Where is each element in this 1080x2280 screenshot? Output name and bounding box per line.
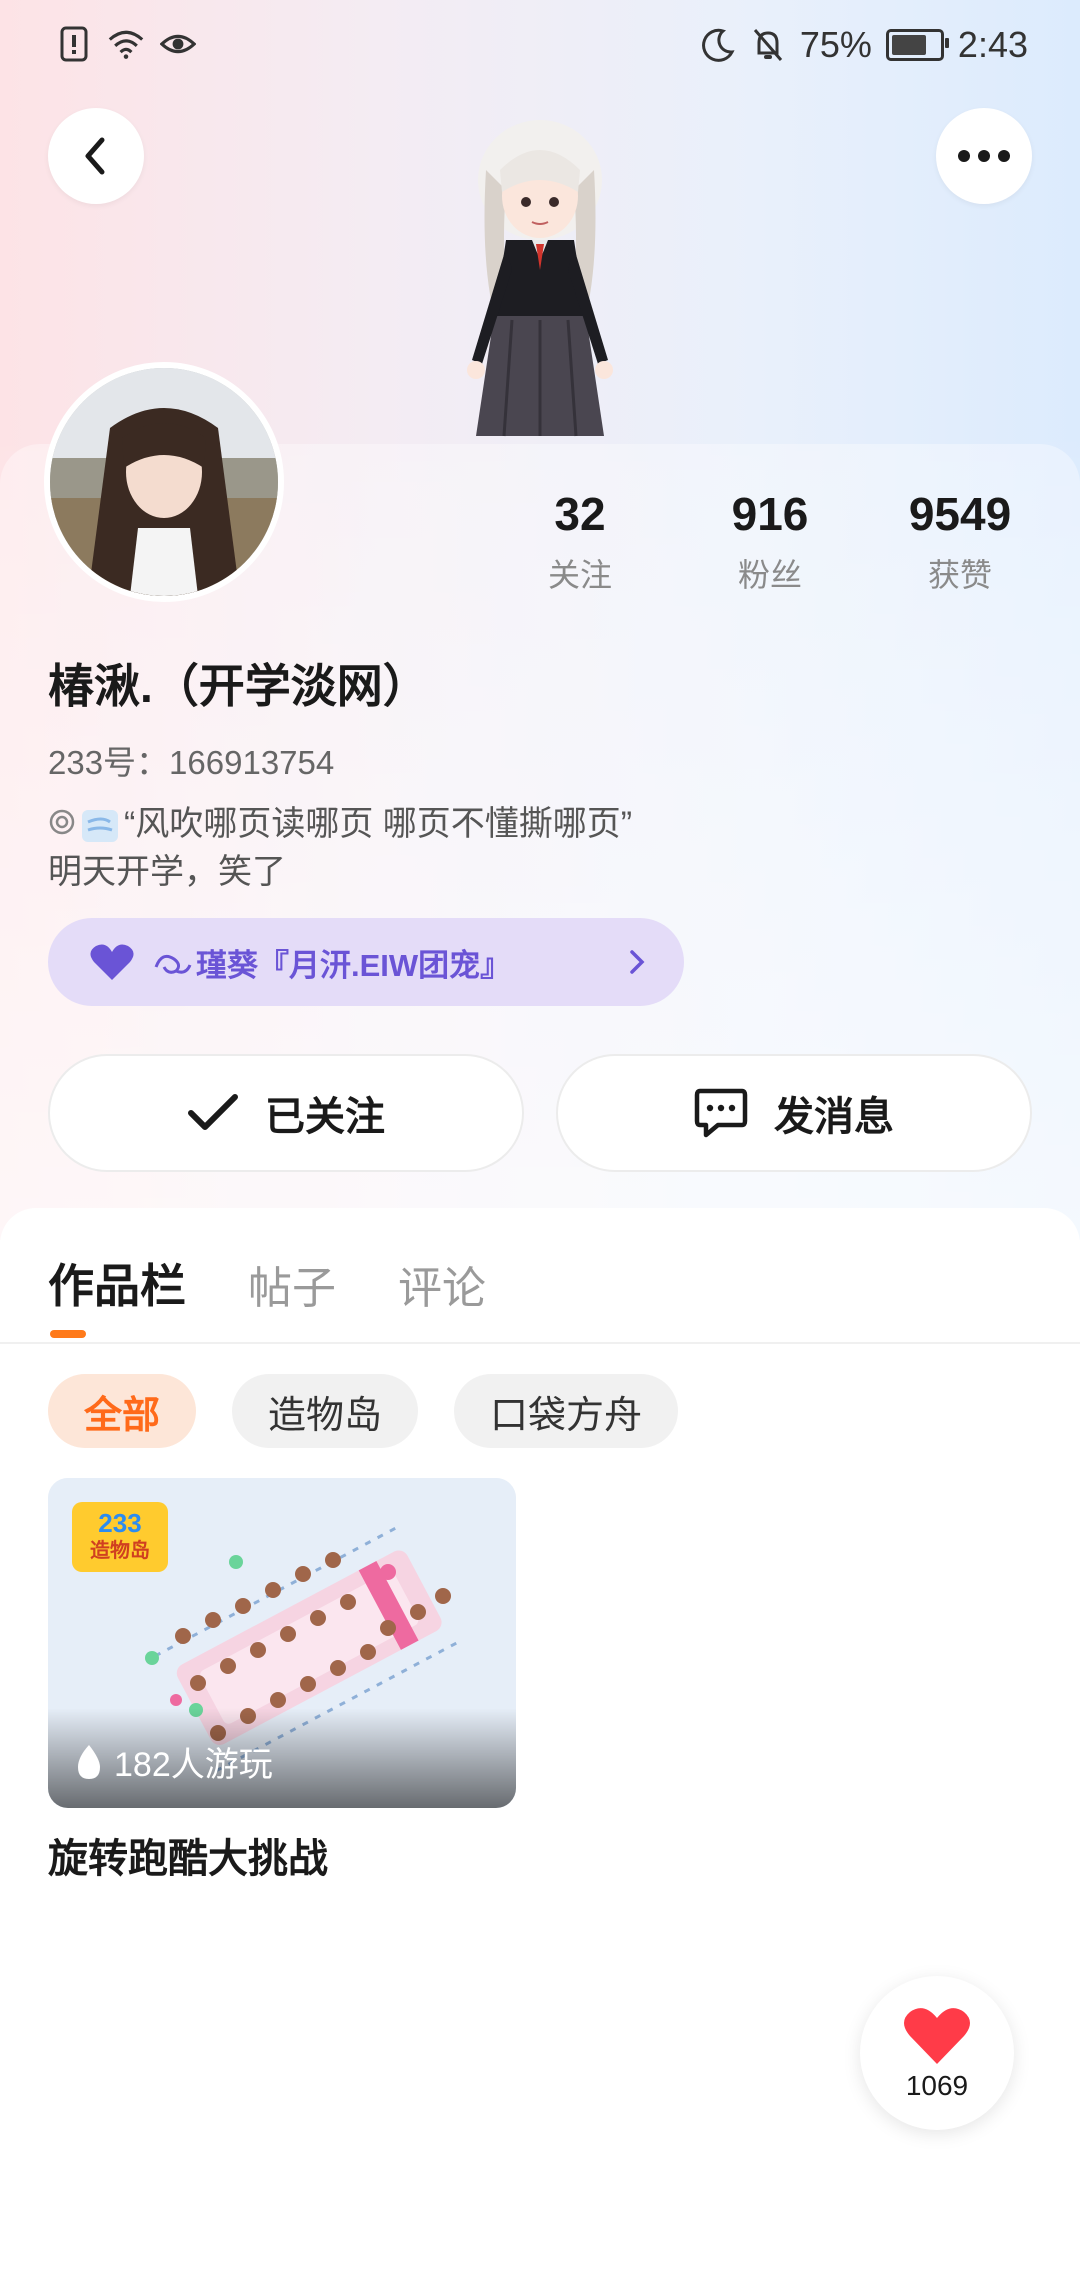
work-title[interactable]: 旋转跑酷大挑战 bbox=[48, 1826, 328, 1884]
bio-line-1: “风吹哪页读哪页 哪页不懂撕哪页” bbox=[124, 805, 633, 843]
guild-badge[interactable]: 瑾葵『月汧.EIW团宠』 bbox=[48, 918, 684, 1006]
work-card[interactable]: 233 造物岛 182人游玩 bbox=[48, 1478, 516, 1808]
avatar-photo bbox=[50, 368, 278, 596]
stat-likes[interactable]: 9549 获赞 bbox=[870, 484, 1050, 596]
filter-creation-island[interactable]: 造物岛 bbox=[232, 1374, 419, 1448]
bio: “风吹哪页读哪页 哪页不懂撕哪页” 明天开学，笑了 bbox=[48, 800, 632, 896]
chat-icon bbox=[694, 1088, 748, 1138]
like-button[interactable]: 1069 bbox=[860, 1976, 1014, 2130]
tab-posts[interactable]: 帖子 bbox=[248, 1252, 336, 1316]
tab-comments[interactable]: 评论 bbox=[398, 1252, 486, 1316]
status-bar: 75% 2:43 bbox=[0, 20, 1080, 70]
creation-island-logo: 233 造物岛 bbox=[72, 1502, 168, 1572]
divider bbox=[0, 1342, 1080, 1344]
more-dots-icon bbox=[958, 150, 1010, 162]
play-count-text: 182人游玩 bbox=[114, 1746, 273, 1784]
battery-percent: 75% bbox=[799, 24, 872, 65]
tab-indicator bbox=[50, 1330, 86, 1338]
tab-works[interactable]: 作品栏 bbox=[48, 1250, 186, 1316]
stat-following[interactable]: 32 关注 bbox=[490, 484, 670, 596]
message-label: 发消息 bbox=[774, 1095, 894, 1139]
alert-sim-icon bbox=[56, 26, 92, 62]
flame-icon bbox=[78, 1744, 100, 1779]
wind-emoji-icon bbox=[82, 810, 118, 843]
stat-value: 916 bbox=[731, 488, 809, 540]
3d-avatar-figure[interactable] bbox=[420, 110, 660, 440]
play-count: 182人游玩 bbox=[74, 1737, 273, 1786]
followed-button[interactable]: 已关注 bbox=[48, 1054, 524, 1172]
message-button[interactable]: 发消息 bbox=[556, 1054, 1032, 1172]
tab-bar: 作品栏 帖子 评论 bbox=[48, 1250, 486, 1316]
stat-value: 9549 bbox=[908, 488, 1012, 540]
filter-pocket-ark[interactable]: 口袋方舟 bbox=[454, 1374, 679, 1448]
user-id[interactable]: 233号：166913754 bbox=[48, 736, 334, 784]
like-count: 1069 bbox=[905, 2070, 969, 2101]
stat-label: 获赞 bbox=[927, 557, 992, 593]
battery-icon bbox=[885, 29, 949, 61]
chevron-right-icon bbox=[630, 950, 645, 974]
circle-emoji-icon bbox=[49, 809, 75, 835]
eye-icon bbox=[160, 26, 196, 62]
swirl-decor-icon bbox=[154, 954, 192, 974]
clock: 2:43 bbox=[957, 24, 1028, 65]
more-button[interactable] bbox=[936, 108, 1032, 204]
stat-label: 关注 bbox=[547, 557, 612, 593]
stat-value: 32 bbox=[554, 488, 606, 540]
stats-row: 32 关注 916 粉丝 9549 获赞 bbox=[490, 484, 1050, 596]
filter-all[interactable]: 全部 bbox=[48, 1374, 197, 1448]
back-arrow-icon bbox=[85, 137, 105, 175]
bio-line-2: 明天开学，笑了 bbox=[48, 853, 286, 891]
back-button[interactable] bbox=[48, 108, 144, 204]
filter-chips: 全部 造物岛 口袋方舟 bbox=[48, 1374, 679, 1448]
guild-name: 瑾葵『月汧.EIW团宠』 bbox=[196, 947, 512, 983]
heart-badge-icon bbox=[90, 944, 134, 980]
heart-icon bbox=[904, 2008, 970, 2064]
avatar[interactable] bbox=[44, 362, 284, 602]
wifi-icon bbox=[108, 26, 144, 62]
stat-label: 粉丝 bbox=[737, 557, 802, 593]
bell-off-icon bbox=[750, 27, 786, 63]
moon-icon bbox=[700, 27, 736, 63]
check-icon bbox=[188, 1094, 238, 1130]
nickname: 椿湫.（开学淡网） bbox=[48, 660, 429, 712]
followed-label: 已关注 bbox=[265, 1095, 385, 1139]
stat-followers[interactable]: 916 粉丝 bbox=[680, 484, 860, 596]
logo-number: 233 bbox=[98, 1508, 142, 1538]
logo-text: 造物岛 bbox=[90, 1540, 150, 1562]
